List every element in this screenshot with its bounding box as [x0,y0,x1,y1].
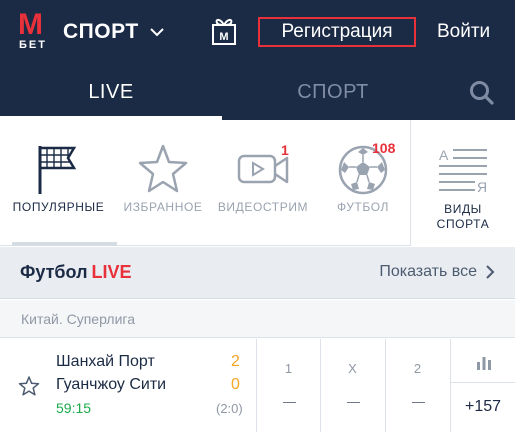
register-button[interactable]: Регистрация [258,17,416,47]
sport-select-label: СПОРТ [63,20,139,43]
football-badge: 108 [372,140,396,156]
sport-select[interactable]: СПОРТ [63,19,165,45]
logo-letter: М [18,8,43,41]
category-popular-label: ПОПУЛЯРНЫЕ [12,200,105,214]
category-videostream[interactable]: 1 ВИДЕОСТРИМ [209,120,317,246]
section-title-text: Футбол [20,262,88,282]
category-football[interactable]: 108 ФУТБОЛ [317,120,409,246]
team-away: Гуанчжоу Сити [56,376,167,393]
category-sport-kinds-label: ВИДЫ СПОРТА [411,202,515,232]
videostream-badge: 1 [281,142,289,158]
more-markets-cell[interactable]: +157 [450,339,515,432]
category-popular[interactable]: ПОПУЛЯРНЫЕ [0,120,117,246]
category-favorites[interactable]: ИЗБРАННОЕ [117,120,209,246]
mbet-logo[interactable]: М БЕТ [18,8,58,52]
sport-list-letter-ya: Я [477,179,487,195]
football-live-header: Футбол LIVE Показать все [0,247,515,299]
sport-kinds-line2: СПОРТА [436,217,490,231]
match-time: 59:15 [56,400,92,416]
match-row[interactable]: Шанхай Порт Гуанчжоу Сити 2 0 59:15 (2:0… [0,339,515,432]
odd-home-value [283,402,296,403]
login-button[interactable]: Войти [437,17,490,47]
odd-draw-header: X [348,361,357,376]
category-videostream-label: ВИДЕОСТРИМ [217,200,309,214]
chevron-down-icon [149,28,164,37]
league-name: Китай. Суперлига [21,311,135,327]
more-markets-count: +157 [464,398,502,415]
top-header: М БЕТ СПОРТ M Регистрация Войти [0,0,515,64]
odd-home-header: 1 [284,361,293,376]
odd-draw-cell[interactable]: X [320,339,384,432]
category-bar: ПОПУЛЯРНЫЕ ИЗБРАННОЕ 1 ВИДЕОСТРИМ 108 ФУ… [0,120,515,246]
sport-list-letter-a: А [439,147,449,163]
sport-list-icon: А Я [439,147,487,195]
sport-kinds-line1: ВИДЫ [444,202,482,216]
odd-away-cell[interactable]: 2 [385,339,449,432]
category-favorites-label: ИЗБРАННОЕ [123,200,203,214]
odd-away-value [412,402,425,403]
main-tabs: LIVE СПОРТ [0,64,515,120]
gift-icon-letter: M [219,31,228,43]
odd-home-cell[interactable]: 1 [256,339,320,432]
tab-sport[interactable]: СПОРТ [222,64,444,120]
score-away: 0 [231,376,240,393]
flag-icon [38,146,76,194]
score-home: 2 [231,353,240,370]
category-sport-kinds[interactable]: А Я ВИДЫ СПОРТА [410,120,515,246]
league-row[interactable]: Китай. Суперлига [0,300,515,338]
chevron-right-icon [486,265,495,279]
live-tag: LIVE [91,262,132,282]
category-football-label: ФУТБОЛ [337,200,389,214]
search-icon[interactable] [469,80,495,106]
stats-icon[interactable] [476,356,492,370]
odd-away-header: 2 [413,361,422,376]
tab-live[interactable]: LIVE [0,64,222,120]
gift-icon[interactable]: M [210,16,238,46]
team-home: Шанхай Порт [56,353,155,370]
logo-text: БЕТ [19,39,47,51]
odd-draw-value [347,402,360,403]
section-title: Футбол LIVE [20,262,132,283]
show-all-label: Показать все [379,263,477,280]
half-score: (2:0) [216,401,243,416]
favorite-star-icon[interactable] [18,375,40,397]
more-divider [451,382,515,383]
star-icon [138,144,188,193]
show-all-link[interactable]: Показать все [379,263,495,281]
